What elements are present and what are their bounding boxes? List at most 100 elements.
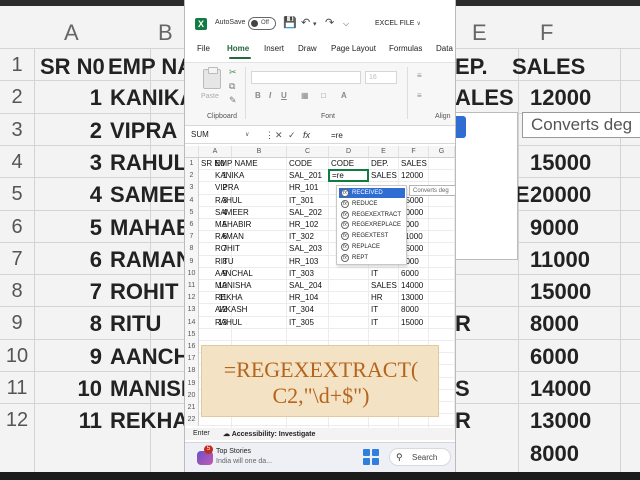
customize-toolbar-icon[interactable]: ⌵ [343,18,349,30]
windows-start-icon[interactable] [363,449,379,465]
file-title[interactable]: EXCEL FILE ∨ [375,20,421,27]
save-icon[interactable]: 💾 [283,17,297,29]
row-header[interactable]: 7 [185,231,199,244]
column-header-g[interactable]: G [429,146,455,158]
emp-name-cell[interactable]: KANIKA [215,170,244,182]
dep-cell[interactable]: IT [371,317,378,329]
accessibility-status[interactable]: ☁ Accessibility: Investigate [223,430,315,438]
autocomplete-item[interactable]: fx REPLACE [339,242,405,252]
code-cell[interactable]: HR_104 [289,292,318,304]
row-header[interactable]: 16 [185,341,199,354]
row-header[interactable]: 13 [185,304,199,317]
header-cell[interactable]: DEP. [371,158,389,170]
emp-name-cell[interactable]: MAHABIR [215,219,251,231]
row-header[interactable]: 15 [185,328,199,341]
row-header[interactable]: 17 [185,353,199,366]
tab-draw[interactable]: Draw [298,44,317,53]
tab-formulas[interactable]: Formulas [389,44,422,53]
fx-icon[interactable]: fx [303,130,310,140]
code-cell[interactable]: IT_301 [289,195,314,207]
code-cell[interactable]: HR_101 [289,182,318,194]
row-header[interactable]: 10 [185,267,199,280]
emp-name-cell[interactable]: RAMAN [215,231,244,243]
column-header-b[interactable]: B [232,146,287,158]
row-header[interactable]: 22 [185,414,199,427]
row-header[interactable]: 2 [185,170,199,183]
bold-icon[interactable]: B [255,91,261,100]
cut-icon[interactable]: ✂ [229,67,237,78]
borders-icon[interactable]: ▦ [301,91,309,100]
row-header[interactable]: 20 [185,389,199,402]
code-cell[interactable]: SAL_201 [289,170,322,182]
code-cell[interactable]: HR_102 [289,219,318,231]
row-header[interactable]: 5 [185,206,199,219]
chevron-down-icon[interactable]: ∨ [245,131,249,138]
emp-name-cell[interactable]: RAHUL [215,317,242,329]
autocomplete-item[interactable]: fx REDUCE [339,199,405,209]
align-left-icon[interactable]: ≡ [417,91,422,100]
dep-cell[interactable]: IT [371,268,378,280]
autocomplete-item[interactable]: fx REGEXREPLACE [339,220,405,230]
dep-cell[interactable]: IT [371,304,378,316]
code-cell[interactable]: IT_304 [289,304,314,316]
code-cell[interactable]: HR_103 [289,256,318,268]
autosave-toggle[interactable]: Off [248,17,276,30]
autocomplete-item[interactable]: fx REPT [339,253,405,263]
tab-insert[interactable]: Insert [264,44,284,53]
row-header[interactable]: 19 [185,377,199,390]
code-cell[interactable]: IT_302 [289,231,314,243]
sales-cell[interactable]: 15000 [401,317,423,329]
format-painter-icon[interactable]: ✎ [229,95,237,106]
column-header-d[interactable]: D [329,146,369,158]
undo-icon[interactable]: ↶ [301,17,310,29]
code-cell[interactable]: SAL_204 [289,280,322,292]
redo-icon[interactable]: ↷ [325,17,334,29]
row-header[interactable]: 21 [185,402,199,415]
row-header[interactable]: 3 [185,182,199,195]
sales-cell[interactable]: 6000 [401,268,419,280]
emp-name-cell[interactable]: AANCHAL [215,268,253,280]
code-formula-cell[interactable]: =re [332,170,344,182]
tab-page-layout[interactable]: Page Layout [331,44,376,53]
row-header[interactable]: 14 [185,316,199,329]
name-box[interactable]: SUM [191,130,251,142]
header-cell[interactable]: CODE [331,158,354,170]
taskbar-search[interactable]: ⚲ Search [389,448,451,466]
emp-name-cell[interactable]: RITU [215,256,234,268]
undo-dropdown-icon[interactable]: ▾ [313,19,317,31]
formula-input[interactable]: =re [331,131,343,140]
row-header[interactable]: 9 [185,255,199,268]
dep-cell[interactable]: HR [371,292,383,304]
code-cell[interactable]: SAL_202 [289,207,322,219]
font-size-box[interactable]: 16 [365,71,397,84]
header-cell[interactable]: SALES [401,158,427,170]
autocomplete-item[interactable]: fx REGEXTEST [339,231,405,241]
sales-cell[interactable]: 8000 [401,304,419,316]
italic-icon[interactable]: I [269,91,271,100]
header-cell[interactable]: CODE [289,158,312,170]
enter-check-icon[interactable]: ✓ [288,130,296,141]
underline-icon[interactable]: U [281,91,287,100]
tab-home[interactable]: Home [227,44,249,53]
emp-name-cell[interactable]: SAMEER [215,207,249,219]
fill-color-icon[interactable]: □ [321,91,326,100]
column-header-c[interactable]: C [287,146,329,158]
code-cell[interactable]: IT_305 [289,317,314,329]
emp-name-cell[interactable]: AAKASH [215,304,247,316]
copy-icon[interactable]: ⧉ [229,81,235,92]
sales-cell[interactable]: 14000 [401,280,423,292]
emp-name-cell[interactable]: ROHIT [215,243,240,255]
code-cell[interactable]: IT_303 [289,268,314,280]
font-name-box[interactable] [251,71,361,84]
autocomplete-item[interactable]: fx RECEIVED [339,188,405,198]
news-title[interactable]: Top Stories [216,448,251,455]
row-header[interactable]: 4 [185,194,199,207]
autocomplete-item[interactable]: fx REGEXEXTRACT [339,210,405,220]
sales-cell[interactable]: 12000 [401,170,423,182]
emp-name-cell[interactable]: VIPRA [215,182,239,194]
column-header-a[interactable]: A [199,146,232,158]
emp-name-cell[interactable]: MANISHA [215,280,251,292]
header-cell[interactable]: EMP NAME [215,158,258,170]
dep-cell[interactable]: SALES [371,280,397,292]
sales-cell[interactable]: 13000 [401,292,423,304]
